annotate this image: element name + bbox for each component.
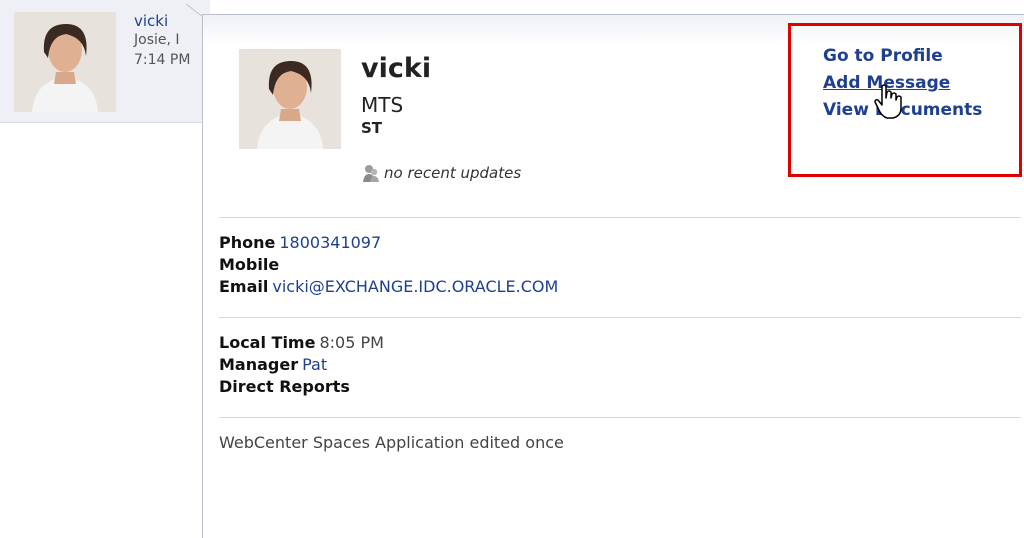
phone-row: Phone 1800341097	[219, 233, 381, 252]
phone-value-link[interactable]: 1800341097	[279, 233, 381, 252]
background-entry-time: 7:14 PM	[134, 52, 191, 68]
manager-row: Manager Pat	[219, 355, 327, 374]
divider	[219, 317, 1021, 318]
profile-avatar	[239, 49, 341, 149]
background-list-entry[interactable]: vicki Josie, I 7:14 PM	[0, 0, 210, 123]
background-entry-message: Josie, I	[134, 32, 180, 48]
direct-reports-row: Direct Reports	[219, 377, 350, 396]
profile-org: ST	[361, 119, 383, 137]
actions-highlight-box: Go to Profile Add Message View Documents	[788, 23, 1022, 177]
local-time-label: Local Time	[219, 333, 316, 352]
activity-summary: WebCenter Spaces Application edited once	[219, 433, 564, 452]
local-time-row: Local Time 8:05 PM	[219, 333, 384, 352]
manager-label: Manager	[219, 355, 299, 374]
email-row: Email vicki@EXCHANGE.IDC.ORACLE.COM	[219, 277, 558, 296]
divider	[219, 417, 1021, 418]
email-value-link[interactable]: vicki@EXCHANGE.IDC.ORACLE.COM	[272, 277, 558, 296]
mobile-label: Mobile	[219, 255, 280, 274]
profile-popup: vicki MTS ST no recent updates Go to Pro…	[202, 14, 1024, 538]
hand-cursor-icon	[874, 84, 902, 119]
phone-label: Phone	[219, 233, 276, 252]
profile-title: MTS	[361, 93, 404, 117]
profile-name: vicki	[361, 53, 432, 84]
direct-reports-label: Direct Reports	[219, 377, 350, 396]
avatar[interactable]	[14, 12, 116, 112]
background-entry-name[interactable]: vicki	[134, 12, 168, 30]
go-to-profile-link[interactable]: Go to Profile	[823, 46, 943, 66]
status-text: no recent updates	[384, 164, 522, 182]
divider	[219, 217, 1021, 218]
manager-value-link[interactable]: Pat	[302, 355, 327, 374]
email-label: Email	[219, 277, 269, 296]
local-time-value: 8:05 PM	[319, 333, 384, 352]
mobile-row: Mobile	[219, 255, 279, 274]
status-person-icon	[363, 165, 379, 182]
